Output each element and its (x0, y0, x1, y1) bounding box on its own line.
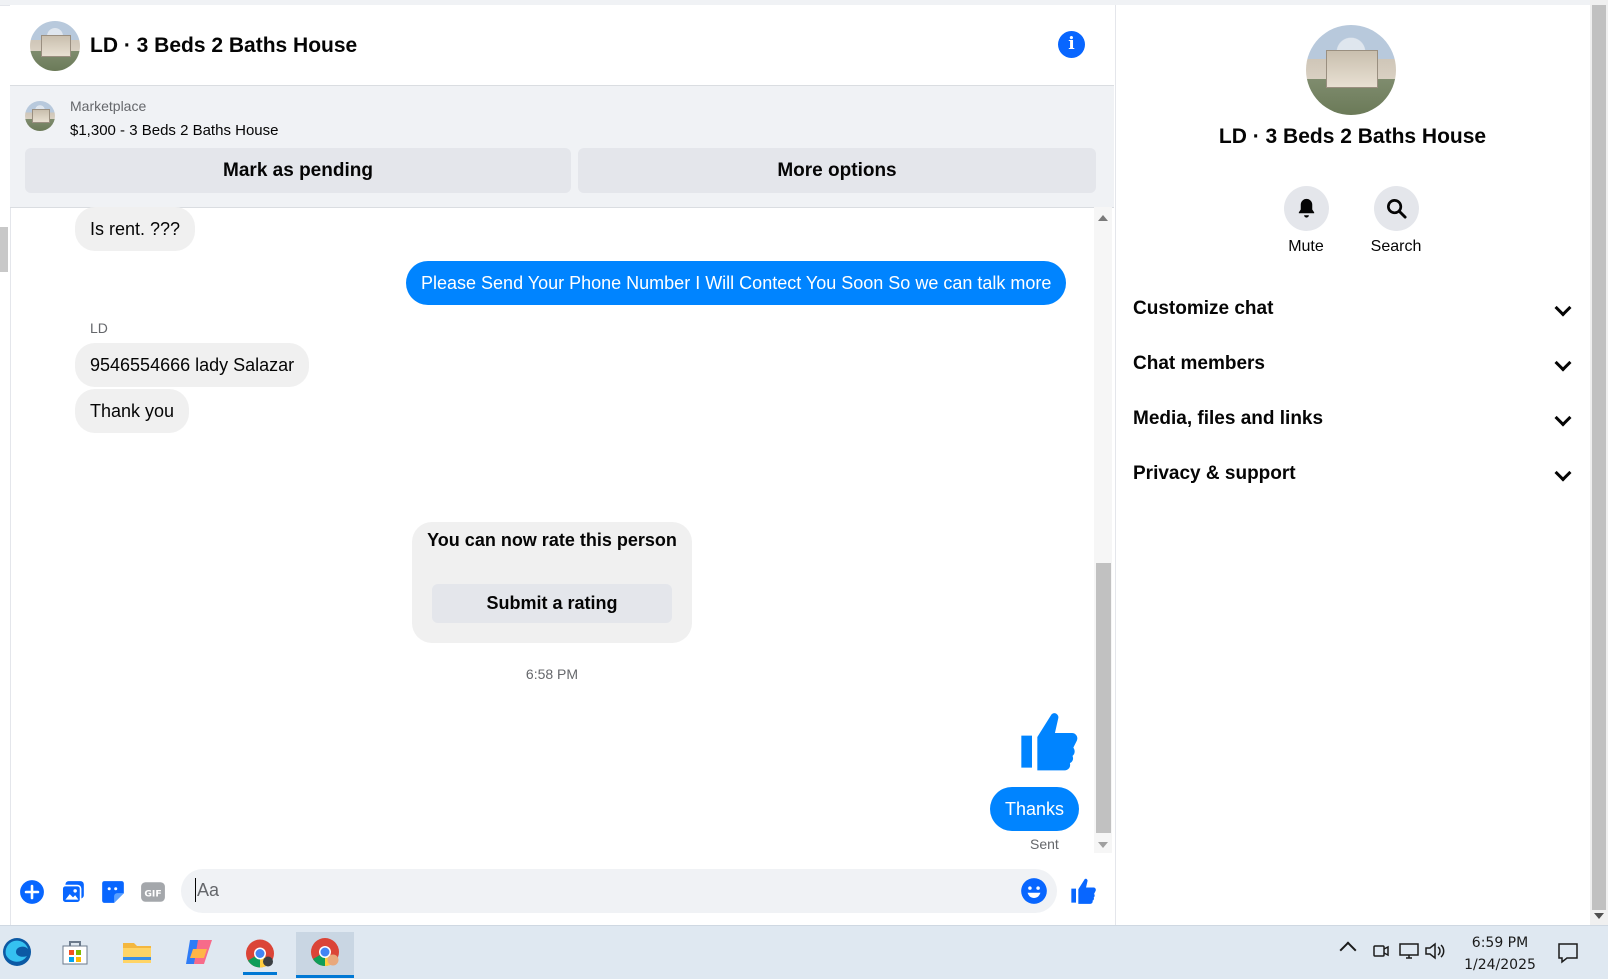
mark-as-pending-button[interactable]: Mark as pending (25, 148, 571, 193)
customize-chat-label: Customize chat (1133, 298, 1274, 319)
scroll-down-icon[interactable] (1098, 842, 1108, 848)
left-scroll-thumb[interactable] (0, 227, 8, 272)
window-scroll-thumb[interactable] (1592, 5, 1606, 910)
chat-members-row[interactable]: Chat members (1133, 344, 1573, 384)
edge-icon[interactable] (0, 935, 34, 969)
profile-avatar[interactable] (1306, 25, 1396, 115)
notifications-icon[interactable] (1556, 941, 1580, 965)
marketplace-label: Marketplace (70, 98, 147, 114)
message-outgoing[interactable]: Thanks (990, 787, 1080, 831)
privacy-support-label: Privacy & support (1133, 463, 1296, 484)
message-incoming[interactable]: Thank you (75, 389, 190, 433)
media-files-links-row[interactable]: Media, files and links (1133, 399, 1573, 439)
taskbar (0, 925, 1608, 979)
meet-icon[interactable] (1372, 941, 1390, 961)
mute-label: Mute (1288, 238, 1324, 255)
search-label: Search (1370, 238, 1422, 255)
store-icon[interactable] (58, 935, 92, 969)
chevron-down-icon (1554, 464, 1572, 482)
bell-icon (1298, 198, 1315, 218)
message-input-placeholder: Aa (197, 880, 220, 900)
photo-icon[interactable] (60, 879, 86, 905)
file-explorer-icon[interactable] (120, 935, 154, 969)
rating-prompt: You can now rate this person (427, 530, 677, 550)
text-cursor (195, 878, 196, 902)
submit-rating-button[interactable]: Submit a rating (432, 584, 672, 623)
svg-text:GIF: GIF (144, 888, 161, 899)
message-input[interactable] (181, 869, 1057, 913)
sent-status: Sent (1030, 836, 1059, 852)
thumbs-up-icon[interactable] (1016, 709, 1080, 773)
more-options-button[interactable]: More options (578, 148, 1096, 193)
volume-icon[interactable] (1424, 941, 1446, 961)
mute-button[interactable] (1284, 186, 1329, 231)
chevron-down-icon (1554, 354, 1572, 372)
like-icon[interactable] (1069, 877, 1097, 905)
listing-thumbnail[interactable] (25, 101, 55, 131)
chat-title[interactable]: LD · 3 Beds 2 Baths House (90, 34, 357, 58)
search-icon (1387, 199, 1407, 219)
search-button[interactable] (1374, 186, 1419, 231)
sticker-icon[interactable] (100, 879, 126, 905)
gif-icon[interactable]: GIF (140, 879, 166, 905)
message-incoming[interactable]: 9546554666 lady Salazar (75, 343, 310, 387)
chat-scroll-thumb[interactable] (1096, 563, 1111, 833)
message-outgoing[interactable]: Please Send Your Phone Number I Will Con… (406, 261, 1067, 305)
clock-time: 6:59 PM (1471, 935, 1529, 951)
message-incoming[interactable]: Is rent. ??? (75, 207, 196, 251)
chrome-profile-icon (311, 938, 339, 966)
taskbar-clock[interactable]: 6:59 PM 1/24/2025 (1460, 932, 1540, 976)
conversation-avatar[interactable] (30, 21, 80, 71)
emoji-icon[interactable] (1020, 877, 1048, 905)
details-title: LD · 3 Beds 2 Baths House (1218, 125, 1487, 148)
media-files-links-label: Media, files and links (1133, 408, 1324, 429)
scroll-up-icon[interactable] (1098, 215, 1108, 221)
chevron-down-icon (1554, 409, 1572, 427)
chrome-active-tab[interactable] (296, 932, 354, 978)
info-icon[interactable]: i (1058, 31, 1085, 58)
network-icon[interactable] (1398, 941, 1420, 961)
chat-members-label: Chat members (1133, 353, 1265, 374)
chrome-icon[interactable] (243, 935, 277, 975)
add-icon[interactable] (19, 879, 45, 905)
listing-title[interactable]: $1,300 - 3 Beds 2 Baths House (70, 122, 278, 139)
privacy-support-row[interactable]: Privacy & support (1133, 454, 1573, 494)
window-scroll-down-icon[interactable] (1594, 913, 1604, 919)
copilot-icon[interactable] (182, 935, 216, 969)
customize-chat-row[interactable]: Customize chat (1133, 289, 1573, 329)
message-timestamp: 6:58 PM (525, 666, 579, 682)
clock-date: 1/24/2025 (1464, 957, 1536, 973)
sender-name: LD (90, 320, 108, 336)
chevron-down-icon (1554, 299, 1572, 317)
